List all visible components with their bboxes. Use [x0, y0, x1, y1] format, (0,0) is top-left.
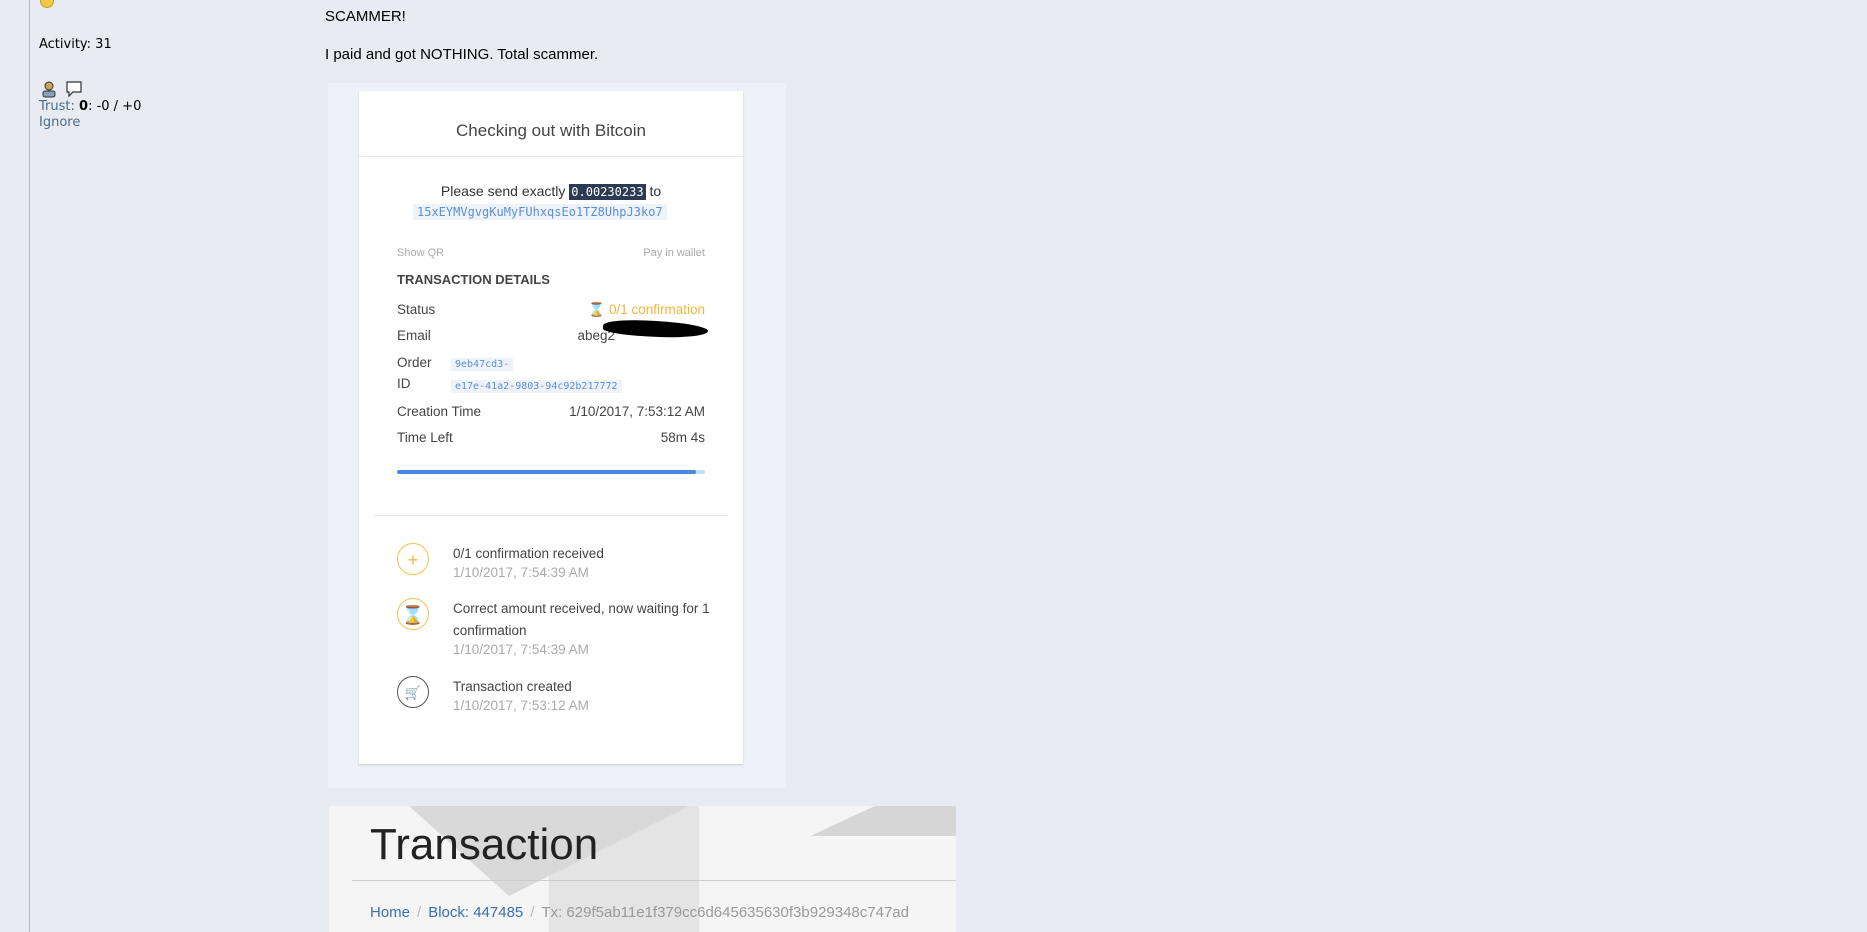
pay-in-wallet-link: Pay in wallet: [643, 247, 705, 259]
trust-detail: : -0 / +0: [88, 99, 142, 114]
user-profile-icon[interactable]: [41, 80, 59, 98]
event-time: 1/10/2017, 7:54:39 AM: [453, 642, 589, 657]
breadcrumb: Home / Block: 447485/Tx: 629f5ab11e1f379cc…: [370, 904, 909, 921]
btc-address: 15xEYMVgvgKuMyFUhxqsEo1TZ8UhpJ3ko7: [413, 204, 667, 220]
activity-count: Activity: 31: [39, 37, 112, 52]
details-heading: TRANSACTION DETAILS: [397, 272, 550, 287]
transaction-title: Transaction: [370, 820, 599, 869]
order-id-part-2: e17e-41a2-9803-94c92b217772: [451, 380, 622, 393]
post-line-1: SCAMMER!: [325, 8, 406, 25]
post-line-2: I paid and got NOTHING. Total scammer.: [325, 46, 599, 63]
event-time: 1/10/2017, 7:54:39 AM: [453, 565, 589, 580]
ignore-link[interactable]: Ignore: [39, 115, 80, 130]
event-text: Transaction created: [453, 679, 572, 694]
cart-icon: 🛒: [397, 676, 429, 708]
divider: [374, 515, 728, 516]
creation-row: Creation Time 1/10/2017, 7:53:12 AM: [397, 404, 705, 419]
checkout-screenshot: Checking out with Bitcoin Please send ex…: [328, 83, 786, 788]
checkout-card: Checking out with Bitcoin Please send ex…: [359, 91, 743, 764]
creation-value: 1/10/2017, 7:53:12 AM: [569, 404, 705, 419]
status-row: Status ⌛ 0/1 confirmation: [397, 302, 705, 317]
profile-icons: [41, 80, 83, 98]
time-progress-bar: [397, 470, 705, 474]
time-left-label: Time Left: [397, 430, 453, 445]
transaction-screenshot: Transaction Home / Block: 447485/Tx: 629f5…: [329, 806, 956, 932]
order-label-2: ID: [397, 376, 411, 391]
status-value: ⌛ 0/1 confirmation: [588, 302, 705, 317]
trust-score: Trust: 0: -0 / +0: [39, 99, 141, 114]
checkout-title: Checking out with Bitcoin: [456, 121, 646, 140]
trust-label[interactable]: Trust:: [39, 99, 75, 114]
message-icon[interactable]: [65, 80, 83, 98]
divider: [359, 156, 743, 157]
breadcrumb-tx: Tx: 629f5ab11e1f379cc6d645635630f3b92934…: [541, 904, 909, 921]
order-row: Order: [397, 355, 705, 370]
event-text: 0/1 confirmation received: [453, 546, 604, 561]
smiley-icon: [40, 0, 54, 8]
plus-icon: +: [397, 543, 429, 575]
breadcrumb-block: Block: 447485: [428, 904, 524, 921]
breadcrumb-home: Home: [370, 904, 411, 921]
event-time: 1/10/2017, 7:53:12 AM: [453, 698, 589, 713]
event-text: Correct amount received, now waiting for…: [453, 601, 710, 638]
time-left-row: Time Left 58m 4s: [397, 430, 705, 445]
order-id-part-1: 9eb47cd3-: [451, 358, 514, 371]
show-qr-link: Show QR: [397, 247, 445, 259]
left-border: [29, 0, 30, 932]
trust-value: 0: [79, 99, 89, 114]
divider: [352, 880, 956, 881]
creation-label: Creation Time: [397, 404, 482, 419]
email-label: Email: [397, 328, 431, 343]
send-suffix: to: [649, 183, 662, 199]
time-progress-fill: [397, 470, 696, 474]
send-prefix: Please send exactly: [440, 183, 566, 199]
hourglass-icon: ⌛: [397, 598, 429, 630]
background-shape: [729, 806, 956, 836]
status-label: Status: [397, 302, 436, 317]
order-label-1: Order: [397, 355, 432, 370]
btc-amount: 0.00230233: [569, 184, 646, 200]
send-instruction: Please send exactly 0.00230233 to: [359, 183, 743, 200]
time-left-value: 58m 4s: [660, 430, 705, 445]
